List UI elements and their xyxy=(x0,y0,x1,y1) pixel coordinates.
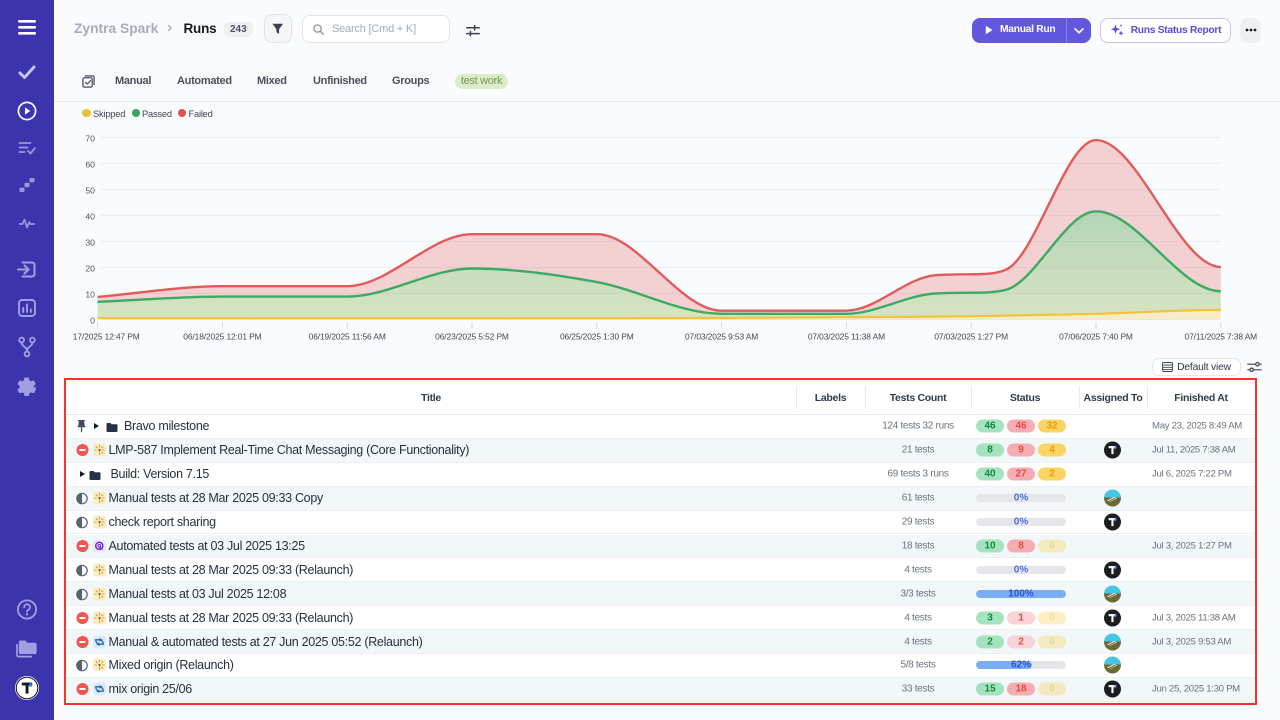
svg-text:07/06/2025 7:40 PM: 07/06/2025 7:40 PM xyxy=(1059,332,1133,342)
svg-text:07/11/2025 7:38 AM: 07/11/2025 7:38 AM xyxy=(1185,332,1258,342)
svg-text:07/03/2025 1:27 PM: 07/03/2025 1:27 PM xyxy=(934,332,1008,342)
svg-text:0: 0 xyxy=(90,315,95,325)
svg-text:40: 40 xyxy=(85,211,95,221)
svg-text:06/19/2025 11:56 AM: 06/19/2025 11:56 AM xyxy=(309,332,386,342)
svg-text:06/18/2025 12:01 PM: 06/18/2025 12:01 PM xyxy=(183,332,261,342)
svg-text:30: 30 xyxy=(85,237,95,247)
svg-text:20: 20 xyxy=(85,263,95,273)
svg-text:06/23/2025 5:52 PM: 06/23/2025 5:52 PM xyxy=(435,332,509,342)
svg-text:10: 10 xyxy=(85,289,95,299)
svg-text:07/03/2025 9:53 AM: 07/03/2025 9:53 AM xyxy=(685,332,758,342)
svg-text:60: 60 xyxy=(85,159,95,169)
svg-text:70: 70 xyxy=(85,133,95,143)
svg-text:07/03/2025 11:38 AM: 07/03/2025 11:38 AM xyxy=(808,332,885,342)
svg-text:50: 50 xyxy=(85,185,95,195)
svg-text:06/25/2025 1:30 PM: 06/25/2025 1:30 PM xyxy=(560,332,634,342)
svg-text:17/2025 12:47 PM: 17/2025 12:47 PM xyxy=(73,332,140,342)
